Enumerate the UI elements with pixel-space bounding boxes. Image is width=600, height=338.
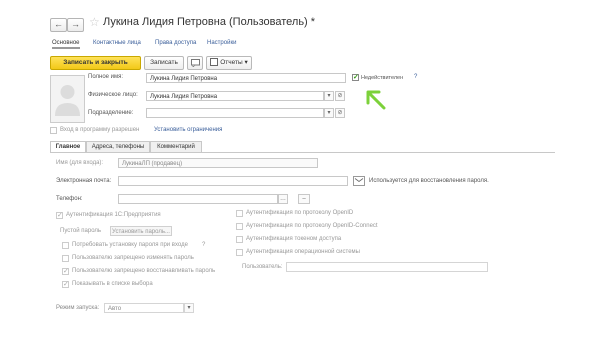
help-icon[interactable]: ? [414,74,417,80]
arrow-left-icon: ← [54,19,63,29]
auth-openid-checkbox[interactable] [236,210,243,217]
auth-1c-label: Аутентификация 1С:Предприятия [66,212,161,218]
tab-general[interactable]: Главное [50,141,86,152]
email-hint: Используется для восстановления пароля. [369,178,489,184]
department-label: Подразделение: [88,110,134,116]
person-silhouette-icon [55,85,80,116]
full-name-input[interactable]: Лукина Лидия Петровна [146,73,346,83]
envelope-icon [354,178,364,182]
email-input[interactable] [118,176,348,186]
os-user-label: Пользователь: [242,264,283,270]
login-name-label: Имя (для входа): [56,160,104,166]
arrow-right-icon: → [71,19,80,29]
chevron-down-icon: ▾ [327,93,331,99]
department-input[interactable] [146,108,324,118]
phone-label: Телефон: [56,196,83,202]
forbid-restore-label: Пользователю запрещено восстанавливать п… [72,268,216,274]
inactive-checkbox[interactable]: ✓ [352,74,359,81]
comment-icon [190,59,200,68]
forbid-restore-checkbox[interactable]: ✓ [62,268,69,275]
login-allowed-label: Вход в программу разрешен [60,127,140,133]
person-label: Физическое лицо: [88,92,138,98]
launch-mode-select[interactable]: Авто [104,303,184,313]
inactive-label: Недействителен [361,75,404,81]
chevron-down-icon: ▾ [187,305,191,311]
tab-main[interactable]: Основное [52,40,80,49]
department-open-button[interactable]: ⊘ [335,108,345,118]
auth-token-label: Аутентификация токеном доступа [246,236,342,242]
login-allowed-checkbox[interactable] [50,127,57,134]
auth-openid-connect-label: Аутентификация по протоколу OpenID-Conne… [246,223,378,229]
chevron-down-icon: ▾ [327,110,331,116]
phone-input[interactable] [118,194,278,204]
save-and-close-button[interactable]: Записать и закрыть [50,56,141,70]
phone-more-button[interactable]: … [278,194,288,204]
report-icon [210,58,219,67]
tab-contacts[interactable]: Контактные лица [93,40,141,46]
save-button[interactable]: Записать [144,56,184,70]
question-icon[interactable]: ? [202,242,205,248]
tab-addresses-phones[interactable]: Адреса, телефоны [86,141,150,152]
chevron-down-icon: ▾ [244,59,248,66]
launch-mode-dropdown-button[interactable]: ▾ [184,303,194,313]
auth-openid-connect-checkbox[interactable] [236,223,243,230]
department-dropdown-button[interactable]: ▾ [324,108,334,118]
auth-token-checkbox[interactable] [236,236,243,243]
tab-divider [50,152,555,153]
person-open-button[interactable]: ⊘ [335,91,345,101]
favorite-star-icon[interactable]: ☆ [89,15,100,29]
forbid-change-checkbox[interactable] [62,255,69,262]
os-user-input[interactable] [286,262,488,272]
comment-button[interactable] [187,56,203,70]
auth-os-label: Аутентификация операционной системы [246,249,360,255]
phone-clear-button[interactable]: – [298,194,310,204]
launch-mode-label: Режим запуска: [56,305,100,311]
tab-access-rights[interactable]: Права доступа [155,40,196,46]
open-link-icon: ⊘ [337,93,343,99]
person-input[interactable]: Лукина Лидия Петровна [146,91,324,101]
empty-password-button[interactable]: Пустой пароль [60,226,106,236]
avatar[interactable] [50,75,85,123]
highlight-arrow-icon [366,90,386,110]
auth-openid-label: Аутентификация по протоколу OpenID [246,210,354,216]
set-password-button[interactable]: Установить пароль... [110,226,172,236]
email-label: Электронная почта: [56,178,112,184]
show-in-list-checkbox[interactable]: ✓ [62,281,69,288]
forbid-change-label: Пользователю запрещено изменять пароль [72,255,194,261]
require-password-label: Потребовать установку пароля при входе [72,242,188,248]
full-name-label: Полное имя: [88,74,124,80]
tab-settings[interactable]: Настройки [207,40,236,46]
minus-icon: – [302,196,306,202]
auth-1c-checkbox[interactable]: ✓ [56,212,63,219]
ellipsis-icon: … [280,196,286,202]
page-title: Лукина Лидия Петровна (Пользователь) * [103,16,316,28]
tab-comment[interactable]: Комментарий [150,141,202,152]
auth-os-checkbox[interactable] [236,249,243,256]
show-in-list-label: Показывать в списке выбора [72,281,153,287]
person-dropdown-button[interactable]: ▾ [324,91,334,101]
open-link-icon: ⊘ [337,110,343,116]
set-restrictions-link[interactable]: Установить ограничения [154,127,222,133]
reports-button[interactable]: Отчеты ▾ [206,56,252,70]
require-password-checkbox[interactable] [62,242,69,249]
forward-button[interactable]: → [67,18,84,32]
back-button[interactable]: ← [50,18,67,32]
email-send-button[interactable] [353,176,365,186]
login-name-input[interactable]: ЛукинаЛП (продавец) [118,158,318,168]
